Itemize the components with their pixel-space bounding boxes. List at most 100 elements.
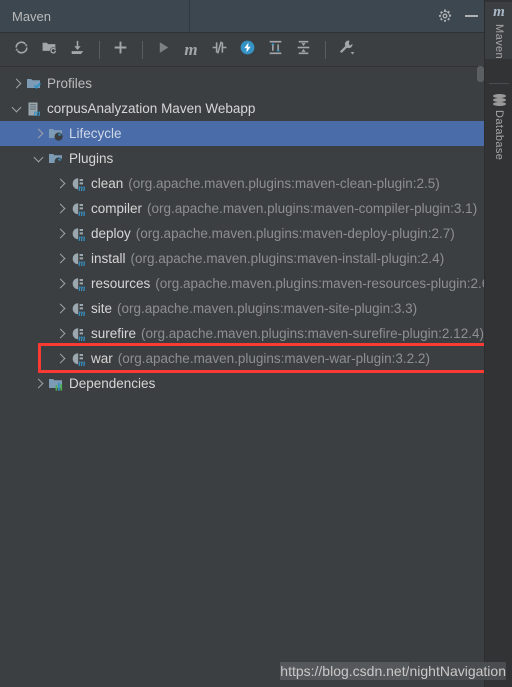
maven-panel: Maven m Profiles m corpusAnalyzation Mav…: [0, 0, 488, 687]
play-icon: [155, 39, 172, 61]
strip-item-maven[interactable]: m Maven: [485, 2, 512, 60]
maven-tab[interactable]: Maven: [0, 0, 190, 32]
expand-all-button[interactable]: [262, 37, 288, 63]
chevron-right-icon[interactable]: [54, 227, 68, 241]
chevron-right-icon[interactable]: [10, 77, 24, 91]
page-title: Maven: [12, 8, 52, 24]
chevron-right-icon[interactable]: [54, 202, 68, 216]
tree-item-label: Plugins: [69, 150, 114, 166]
tree-item-label: surefire: [91, 325, 137, 341]
tree-item-plugin-resources[interactable]: m resources (org.apache.maven.plugins:mave…: [0, 271, 484, 296]
tree-item-label: resources: [91, 275, 151, 291]
toolbar-separator-1: [99, 40, 100, 59]
chevron-right-icon[interactable]: [54, 177, 68, 191]
plugin-icon: m: [70, 201, 86, 218]
tree-item-label: Dependencies: [69, 375, 156, 391]
plugin-icon: m: [70, 276, 86, 293]
tree-item-label: Lifecycle: [69, 125, 122, 141]
chevron-right-icon[interactable]: [54, 252, 68, 266]
dependencies-icon: [48, 376, 64, 392]
generate-sources-button[interactable]: [36, 37, 62, 63]
chevron-right-icon[interactable]: [54, 352, 68, 366]
maven-settings-button[interactable]: [333, 37, 359, 63]
tree-item-profiles[interactable]: Profiles: [0, 71, 484, 96]
chevron-right-icon[interactable]: [32, 127, 46, 141]
tree-item-plugin-surefire[interactable]: m surefire (org.apache.maven.plugins:maven…: [0, 321, 484, 346]
tree-item-label: compiler: [91, 200, 143, 216]
svg-text:m: m: [78, 183, 85, 192]
offline-bolt-icon: [239, 39, 256, 61]
svg-text:m: m: [78, 358, 85, 367]
chevron-right-icon[interactable]: [54, 302, 68, 316]
toolbar-separator-3: [325, 40, 326, 59]
header-actions: [438, 0, 478, 32]
tree-item-label: deploy: [91, 225, 131, 241]
chevron-right-icon[interactable]: [54, 327, 68, 341]
collapse-all-button[interactable]: [290, 37, 316, 63]
add-maven-project-button[interactable]: [107, 37, 133, 63]
tree-item-plugins[interactable]: Plugins: [0, 146, 484, 171]
svg-text:m: m: [78, 308, 85, 317]
download-icon: [69, 39, 86, 61]
maven-project-tree[interactable]: Profiles m corpusAnalyzation Maven Webapp L…: [0, 67, 484, 396]
tree-item-plugin-site[interactable]: m site (org.apache.maven.plugins:maven-sit…: [0, 296, 484, 321]
maven-project-icon: m: [26, 101, 42, 118]
watermark-user-part: nightNavigation: [409, 662, 506, 680]
svg-text:m: m: [78, 283, 85, 292]
tree-item-lifecycle[interactable]: Lifecycle: [0, 121, 484, 146]
watermark: https://blog.csdn.net/nightNavigation: [280, 662, 506, 680]
strip-item-database-label: Database: [493, 110, 505, 161]
chevron-down-icon[interactable]: [10, 102, 24, 116]
minimize-icon[interactable]: [465, 15, 478, 17]
svg-text:m: m: [78, 333, 85, 342]
chevron-right-icon[interactable]: [54, 277, 68, 291]
tree-item-dependencies[interactable]: Dependencies: [0, 371, 484, 396]
toolbar-separator-2: [142, 40, 143, 59]
reimport-all-maven-projects-button[interactable]: [8, 37, 34, 63]
tree-item-coordinates: (org.apache.maven.plugins:maven-site-plu…: [117, 300, 418, 316]
svg-text:m: m: [78, 233, 85, 242]
execute-maven-goal-button[interactable]: m: [178, 37, 204, 63]
tree-item-plugin-war[interactable]: m war (org.apache.maven.plugins:maven-war-…: [0, 346, 484, 371]
gear-icon[interactable]: [438, 9, 452, 23]
plugin-icon: m: [70, 251, 86, 268]
collapse-all-icon: [295, 39, 312, 61]
plugin-icon: m: [70, 326, 86, 343]
download-sources-button[interactable]: [64, 37, 90, 63]
tree-item-coordinates: (org.apache.maven.plugins:maven-war-plug…: [117, 350, 430, 366]
expand-all-icon: [267, 39, 284, 61]
tree-item-label: war: [91, 350, 113, 366]
chevron-right-icon[interactable]: [32, 377, 46, 391]
maven-m-icon: m: [493, 4, 505, 20]
strip-item-database[interactable]: Database: [485, 90, 512, 160]
plugin-icon: m: [70, 301, 86, 318]
maven-m-icon: m: [184, 40, 198, 59]
svg-text:m: m: [78, 258, 85, 267]
tree-item-plugin-install[interactable]: m install (org.apache.maven.plugins:maven-…: [0, 246, 484, 271]
tree-item-plugin-compiler[interactable]: m compiler (org.apache.maven.plugins:maven…: [0, 196, 484, 221]
svg-text:m: m: [34, 108, 41, 117]
plugin-icon: m: [70, 226, 86, 243]
folder-refresh-icon: [41, 39, 58, 61]
tree-item-corpusanalyzation-maven-webapp[interactable]: m corpusAnalyzation Maven Webapp: [0, 96, 484, 121]
vertical-scrollbar[interactable]: [477, 66, 484, 82]
run-maven-build-button[interactable]: [150, 37, 176, 63]
refresh-icon: [13, 39, 30, 61]
database-icon: [492, 94, 506, 108]
tree-item-coordinates: (org.apache.maven.plugins:maven-surefire…: [141, 325, 484, 341]
tree-item-plugin-deploy[interactable]: m deploy (org.apache.maven.plugins:maven-d…: [0, 221, 484, 246]
tree-item-label: site: [91, 300, 113, 316]
plugin-icon: m: [70, 351, 86, 368]
skip-tests-icon: [211, 39, 228, 61]
chevron-down-icon[interactable]: [32, 152, 46, 166]
tree-item-label: clean: [91, 175, 124, 191]
tree-item-coordinates: (org.apache.maven.plugins:maven-compiler…: [147, 200, 478, 216]
toggle-offline-mode-button[interactable]: [234, 37, 260, 63]
tree-item-plugin-clean[interactable]: m clean (org.apache.maven.plugins:maven-cl…: [0, 171, 484, 196]
phase-folder-icon: [48, 151, 64, 167]
tree-item-label: corpusAnalyzation Maven Webapp: [47, 100, 256, 116]
phase-folder-icon: [48, 126, 64, 142]
toggle-skip-tests-button[interactable]: [206, 37, 232, 63]
maven-tool-window: Maven m Profiles m corpusAnalyzation Mav…: [0, 0, 512, 687]
tree-item-coordinates: (org.apache.maven.plugins:maven-install-…: [130, 250, 445, 266]
